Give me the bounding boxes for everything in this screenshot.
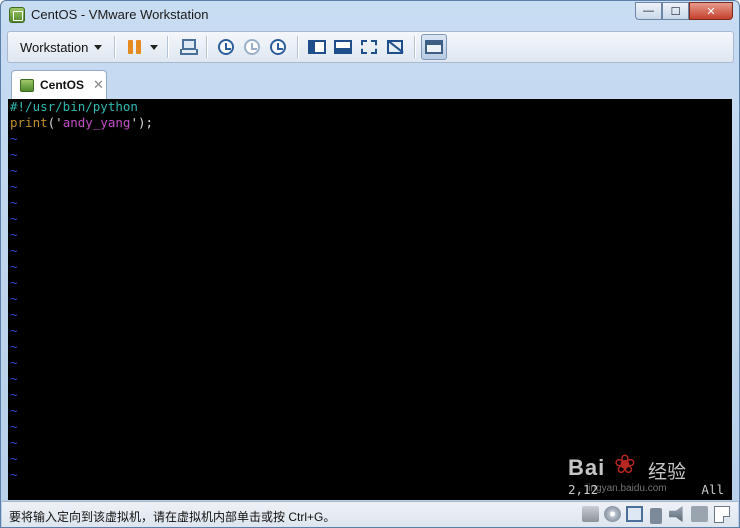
minimize-button[interactable]: — <box>635 2 662 20</box>
tilde-marker: ~ <box>10 147 18 162</box>
string-literal: andy_yang <box>62 115 131 130</box>
tilde-marker: ~ <box>10 195 18 210</box>
toolbar-separator <box>414 36 416 58</box>
tilde-marker: ~ <box>10 227 18 242</box>
tilde-marker: ~ <box>10 403 18 418</box>
vm-console-screen[interactable]: #!/usr/bin/python print('andy_yang'); ~ ~… <box>8 99 732 500</box>
revert-snapshot-button[interactable] <box>239 34 265 60</box>
send-ctrl-alt-del-icon <box>179 39 199 55</box>
tilde-marker: ~ <box>10 243 18 258</box>
tilde-marker: ~ <box>10 451 18 466</box>
tilde-marker: ~ <box>10 339 18 354</box>
pause-icon <box>127 40 141 54</box>
tilde-marker: ~ <box>10 163 18 178</box>
fullscreen-icon <box>361 40 378 54</box>
revert-snapshot-icon <box>244 39 261 55</box>
shebang-text: #!/usr/bin/python <box>10 99 138 114</box>
cursor-position: 2,12 <box>568 482 599 497</box>
snapshot-manager-icon <box>270 39 287 55</box>
power-dropdown-button[interactable] <box>147 34 161 60</box>
notes-icon[interactable] <box>714 506 730 523</box>
console-view-button[interactable] <box>421 34 448 60</box>
status-message: 要将输入定向到该虚拟机，请在虚拟机内部单击或按 Ctrl+G。 <box>9 510 336 524</box>
printer-icon[interactable] <box>691 506 708 522</box>
close-paren: '); <box>130 115 154 130</box>
vmware-app-icon[interactable] <box>9 7 25 23</box>
console-view-icon <box>425 40 444 54</box>
vm-tab-strip: CentOS ✕ <box>7 69 734 99</box>
snapshot-manager-button[interactable] <box>265 34 291 60</box>
tilde-marker: ~ <box>10 355 18 370</box>
tilde-marker: ~ <box>10 323 18 338</box>
open-paren: (' <box>47 115 63 130</box>
device-icons <box>582 506 708 526</box>
usb-icon[interactable] <box>650 508 662 524</box>
tilde-marker: ~ <box>10 179 18 194</box>
tilde-marker: ~ <box>10 371 18 386</box>
window-controls: — ☐ ✕ <box>635 2 733 20</box>
print-keyword: print <box>10 115 48 130</box>
snapshot-icon <box>218 39 235 55</box>
tilde-marker: ~ <box>10 131 18 146</box>
tilde-marker: ~ <box>10 419 18 434</box>
tilde-marker: ~ <box>10 387 18 402</box>
view-thumbnail-icon <box>334 40 353 54</box>
unity-icon <box>387 40 404 54</box>
workstation-menu[interactable]: Workstation <box>14 35 108 59</box>
maximize-button[interactable]: ☐ <box>662 2 689 20</box>
send-ctrl-alt-del-button[interactable] <box>174 34 200 60</box>
tab-close-icon[interactable]: ✕ <box>93 77 104 93</box>
window-title: CentOS - VMware Workstation <box>31 7 209 22</box>
tab-label: CentOS <box>40 78 85 92</box>
take-snapshot-button[interactable] <box>213 34 239 60</box>
hard-disk-icon[interactable] <box>582 506 599 522</box>
thumbnail-bar-button[interactable] <box>330 34 356 60</box>
workstation-menu-label: Workstation <box>20 39 89 55</box>
tilde-marker: ~ <box>10 435 18 450</box>
tilde-marker: ~ <box>10 291 18 306</box>
show-library-button[interactable] <box>304 34 330 60</box>
scroll-scope: All <box>701 482 724 497</box>
toolbar: Workstation <box>7 31 734 63</box>
network-adapter-icon[interactable] <box>626 506 643 522</box>
chevron-down-icon <box>94 44 103 50</box>
vmware-window: CentOS - VMware Workstation — ☐ ✕ Workst… <box>0 0 740 528</box>
title-bar[interactable]: CentOS - VMware Workstation — ☐ ✕ <box>1 1 739 29</box>
chevron-down-icon <box>150 44 159 50</box>
code-line-2: print('andy_yang'); <box>10 115 153 131</box>
tilde-marker: ~ <box>10 275 18 290</box>
close-button[interactable]: ✕ <box>689 2 733 20</box>
fullscreen-button[interactable] <box>356 34 382 60</box>
sound-card-icon[interactable] <box>669 506 683 522</box>
tilde-marker: ~ <box>10 467 18 482</box>
toolbar-separator <box>114 36 116 58</box>
toolbar-separator <box>167 36 169 58</box>
status-bar: 要将输入定向到该虚拟机，请在虚拟机内部单击或按 Ctrl+G。 <box>2 501 738 527</box>
tilde-marker: ~ <box>10 307 18 322</box>
vm-icon <box>20 78 34 92</box>
tab-centos[interactable]: CentOS ✕ <box>11 70 107 99</box>
pause-button[interactable] <box>121 34 147 60</box>
toolbar-separator <box>297 36 299 58</box>
tilde-marker: ~ <box>10 211 18 226</box>
toolbar-separator <box>206 36 208 58</box>
view-sidebar-icon <box>308 40 327 54</box>
code-line-1: #!/usr/bin/python <box>10 99 138 115</box>
tilde-marker: ~ <box>10 259 18 274</box>
unity-button[interactable] <box>382 34 408 60</box>
cd-dvd-icon[interactable] <box>604 506 621 522</box>
